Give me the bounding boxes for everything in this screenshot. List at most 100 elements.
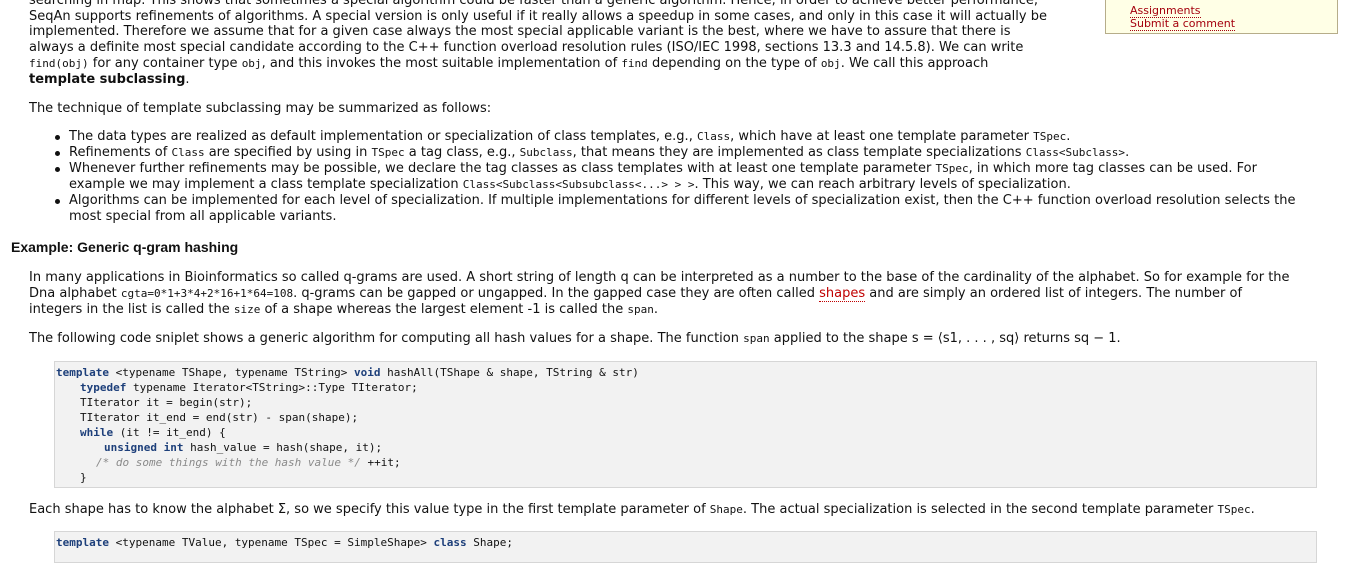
para-text: . q-grams can be gapped or ungapped. In … bbox=[293, 286, 820, 301]
code-line: unsigned int hash_value = hash(shape, it… bbox=[104, 440, 382, 455]
intro-text: . bbox=[185, 72, 190, 87]
assignments-link[interactable]: Assignments bbox=[1130, 4, 1201, 18]
code-class-subclass: Class<Subclass> bbox=[1025, 146, 1126, 159]
submit-comment-link[interactable]: Submit a comment bbox=[1130, 17, 1236, 31]
para-text: The following code sniplet shows a gener… bbox=[29, 331, 744, 346]
item-text: , that means they are implemented as cla… bbox=[572, 145, 1026, 160]
list-item: Algorithms can be implemented for each l… bbox=[55, 193, 1341, 225]
intro-line-2: implemented. Therefore we assume that fo… bbox=[29, 24, 1011, 39]
intro-text: for any container type bbox=[88, 56, 242, 71]
code-find: find bbox=[621, 57, 648, 70]
code-text: hash_value = hash(shape, it); bbox=[183, 441, 383, 454]
example-line-3: integers in the list is called the size … bbox=[29, 302, 658, 318]
code-keyword: typedef bbox=[80, 381, 127, 394]
intro-line-1: SeqAn supports refinements of algorithms… bbox=[29, 9, 1047, 24]
code-line: /* do some things with the hash value */… bbox=[96, 455, 401, 470]
code-text: Shape; bbox=[466, 536, 513, 549]
code-keyword: template bbox=[56, 536, 109, 549]
code-shape: Shape bbox=[709, 503, 743, 516]
code-line: while (it != it_end) { bbox=[80, 425, 226, 440]
code-subclass: Subclass bbox=[519, 146, 573, 159]
code-block-hashall: template <typename TShape, typename TStr… bbox=[54, 361, 1317, 488]
summary-lead: The technique of template subclassing ma… bbox=[29, 101, 492, 116]
code-tspec: TSpec bbox=[935, 162, 969, 175]
code-text: <typename TShape, typename TString> bbox=[108, 366, 355, 379]
para-text: integers in the list is called the bbox=[29, 302, 234, 317]
code-keyword: unsigned int bbox=[104, 441, 184, 454]
summary-list: The data types are realized as default i… bbox=[55, 129, 1341, 225]
bullet-icon bbox=[55, 135, 60, 140]
code-text: typename Iterator<TString>::Type TIterat… bbox=[126, 381, 418, 394]
example-line-2: Dna alphabet cgta=0*1+3*4+2*16+1*64=108.… bbox=[29, 286, 1242, 302]
bullet-icon bbox=[55, 167, 60, 172]
code-nested-class: Class<Subclass<Subsubclass<...> > > bbox=[462, 178, 695, 191]
list-item: The data types are realized as default i… bbox=[55, 129, 1341, 145]
code-tspec: TSpec bbox=[1033, 130, 1067, 143]
bullet-icon bbox=[55, 151, 60, 156]
code-line: TIterator it = begin(str); bbox=[80, 396, 253, 409]
item-text: a tag class, e.g., bbox=[404, 145, 520, 160]
code-block-shape: template <typename TValue, typename TSpe… bbox=[54, 531, 1317, 563]
code-line: typedef typename Iterator<TString>::Type… bbox=[80, 380, 418, 395]
para-text: Dna alphabet bbox=[29, 286, 121, 301]
item-text: . bbox=[1125, 145, 1130, 160]
item-text: . bbox=[1066, 129, 1071, 144]
item-text: Algorithms can be implemented for each l… bbox=[69, 193, 1296, 208]
term-template-subclassing: template subclassing bbox=[29, 72, 186, 87]
para-text: . bbox=[653, 302, 658, 317]
intro-line-3: always a definite most special candidate… bbox=[29, 40, 1024, 55]
code-obj: obj bbox=[241, 57, 262, 70]
shapes-link[interactable]: shapes bbox=[819, 286, 866, 302]
para-text: of a shape whereas the largest element -… bbox=[260, 302, 628, 317]
list-item: Whenever further refinements may be poss… bbox=[55, 161, 1341, 193]
code-comment: /* do some things with the hash value */ bbox=[96, 456, 361, 469]
para-text: and are simply an ordered list of intege… bbox=[865, 286, 1243, 301]
intro-text: depending on the type of bbox=[647, 56, 821, 71]
intro-line-4: find(obj) for any container type obj, an… bbox=[29, 56, 988, 72]
code-text: (it != it_end) { bbox=[113, 426, 226, 439]
section-heading: Example: Generic q-gram hashing bbox=[11, 239, 239, 255]
code-line: } bbox=[80, 471, 87, 484]
para-text: applied to the shape s = ⟨s1, . . . , sq… bbox=[769, 331, 1121, 346]
code-keyword: void bbox=[354, 366, 381, 379]
item-text: most special from all applicable variant… bbox=[69, 209, 337, 224]
item-text: The data types are realized as default i… bbox=[69, 129, 697, 144]
para-text: . bbox=[1250, 502, 1255, 517]
item-text: Whenever further refinements may be poss… bbox=[69, 161, 936, 176]
code-find-obj: find(obj) bbox=[29, 57, 89, 70]
code-class: Class bbox=[696, 130, 731, 143]
item-text: , which have at least one template param… bbox=[730, 129, 1034, 144]
example-line-1: In many applications in Bioinformatics s… bbox=[29, 270, 1290, 285]
code-keyword: while bbox=[80, 426, 114, 439]
bullet-icon bbox=[55, 199, 60, 204]
code-text: ++it; bbox=[360, 456, 401, 469]
code-tspec: TSpec bbox=[1217, 503, 1251, 516]
code-line: TIterator it_end = end(str) - span(shape… bbox=[80, 411, 359, 424]
example-para-2: The following code sniplet shows a gener… bbox=[29, 331, 1121, 347]
example-para-3: Each shape has to know the alphabet Σ, s… bbox=[29, 502, 1255, 518]
code-keyword: class bbox=[433, 536, 467, 549]
code-line: template <typename TShape, typename TStr… bbox=[56, 365, 639, 380]
para-text: . The actual specialization is selected … bbox=[742, 502, 1218, 517]
item-text: example we may implement a class templat… bbox=[69, 177, 463, 192]
intro-line-0: searching in map. This shows that someti… bbox=[29, 0, 1038, 8]
para-text: Each shape has to know the alphabet Σ, s… bbox=[29, 502, 710, 517]
code-text: <typename TValue, typename TSpec = Simpl… bbox=[108, 536, 434, 549]
sidebar-box: Assignments Submit a comment bbox=[1105, 0, 1338, 34]
code-span: span bbox=[627, 303, 654, 316]
code-text: hashAll(TShape & shape, TString & str) bbox=[380, 366, 639, 379]
code-cgta: cgta=0*1+3*4+2*16+1*64=108 bbox=[120, 287, 294, 300]
code-obj: obj bbox=[820, 57, 841, 70]
item-text: are specified by using in bbox=[204, 145, 372, 160]
code-class: Class bbox=[171, 146, 205, 159]
code-span: span bbox=[743, 332, 770, 345]
code-line: template <typename TValue, typename TSpe… bbox=[56, 535, 513, 550]
list-item: Refinements of Class are specified by us… bbox=[55, 145, 1341, 161]
item-text: . This way, we can reach arbitrary level… bbox=[694, 177, 1071, 192]
item-text: , in which more tag classes can be used.… bbox=[968, 161, 1257, 176]
code-keyword: template bbox=[56, 366, 109, 379]
item-text: Refinements of bbox=[69, 145, 172, 160]
code-size: size bbox=[233, 303, 261, 316]
intro-text: . We call this approach bbox=[840, 56, 989, 71]
intro-line-5: template subclassing. bbox=[29, 72, 190, 88]
